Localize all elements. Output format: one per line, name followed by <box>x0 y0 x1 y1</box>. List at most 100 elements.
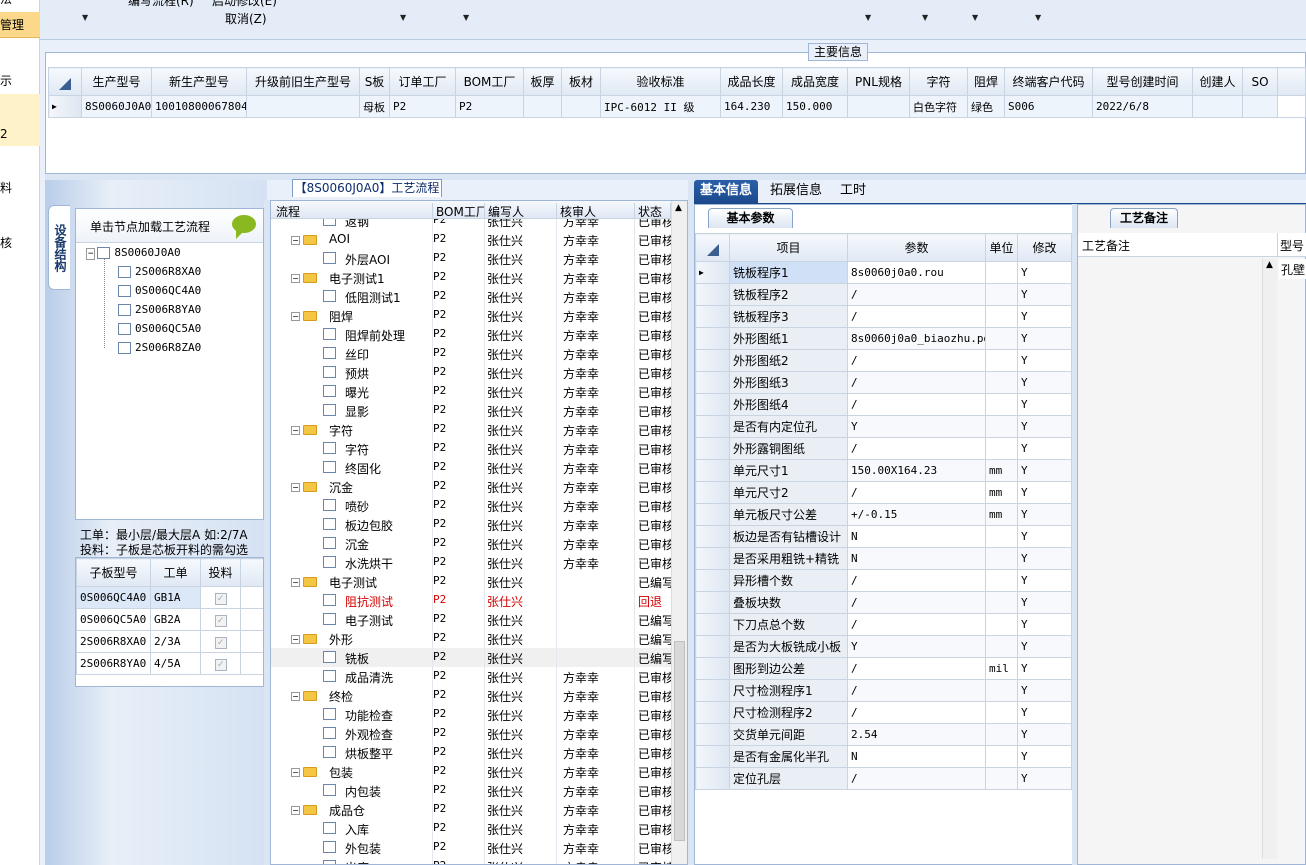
param-cell[interactable]: / <box>847 393 986 416</box>
nav-item-5[interactable]: 核 <box>0 230 40 256</box>
table-cell[interactable]: 母板 <box>359 95 390 118</box>
param-cell[interactable]: 外形露铜图纸 <box>729 437 848 460</box>
tab-device-structure[interactable]: 设备结构 <box>48 205 70 290</box>
col-header[interactable]: 板材 <box>561 67 601 96</box>
col-header[interactable]: 终端客户代码 <box>1004 67 1093 96</box>
param-cell[interactable]: N <box>847 745 986 768</box>
table-cell[interactable]: 0S006QC5A0 <box>76 608 151 631</box>
param-cell[interactable] <box>985 723 1018 746</box>
param-cell[interactable]: 150.00X164.23 <box>847 459 986 482</box>
table-cell[interactable]: 2S006R8YA0 <box>76 652 151 675</box>
param-row[interactable]: 是否为大板铣成小板 Y Y <box>695 635 1072 658</box>
table-cell[interactable]: 绿色 <box>967 95 1005 118</box>
collapse-icon[interactable]: − <box>291 274 300 283</box>
param-cell[interactable]: mm <box>985 503 1018 526</box>
process-row[interactable]: 水洗烘干 P2 张仕兴 方幸幸 已审核 <box>271 553 671 572</box>
process-row[interactable]: 终固化 P2 张仕兴 方幸幸 已审核 <box>271 458 671 477</box>
param-cell[interactable] <box>985 635 1018 658</box>
collapse-icon[interactable]: − <box>291 635 300 644</box>
param-cell[interactable]: 板边是否有钻槽设计 <box>729 525 848 548</box>
process-row[interactable]: − 外形 P2 张仕兴 已编写 <box>271 629 671 648</box>
param-row[interactable]: 单元尺寸1 150.00X164.23 mm Y <box>695 459 1072 482</box>
param-row[interactable]: 尺寸检测程序2/ Y <box>695 701 1072 724</box>
param-cell[interactable]: Y <box>1017 613 1072 636</box>
process-row[interactable]: 曝光 P2 张仕兴 方幸幸 已审核 <box>271 382 671 401</box>
param-cell[interactable] <box>985 349 1018 372</box>
param-cell[interactable]: / <box>847 569 986 592</box>
param-cell[interactable] <box>985 261 1018 284</box>
nav-item-4[interactable]: 料 <box>0 175 40 201</box>
chat-bubble-icon[interactable] <box>232 215 256 239</box>
param-cell[interactable]: Y <box>1017 371 1072 394</box>
tab-extended-info[interactable]: 拓展信息 <box>764 180 828 203</box>
table-cell[interactable] <box>1192 95 1243 118</box>
param-row[interactable]: 交货单元间距 2.54 Y <box>695 723 1072 746</box>
process-row[interactable]: 成品清洗 P2 张仕兴 方幸幸 已审核 <box>271 667 671 686</box>
param-cell[interactable]: / <box>847 305 986 328</box>
table-cell[interactable]: P2 <box>389 95 456 118</box>
param-row[interactable]: 铣板程序3/ Y <box>695 305 1072 328</box>
nav-item-0[interactable]: 法 <box>0 0 40 12</box>
param-cell[interactable]: Y <box>1017 459 1072 482</box>
param-cell[interactable]: 尺寸检测程序2 <box>729 701 848 724</box>
param-row[interactable]: 下刀点总个数 / Y <box>695 613 1072 636</box>
tab-work-hours[interactable]: 工时 <box>834 180 872 203</box>
sub-col-header[interactable]: 工单 <box>150 558 201 587</box>
param-row[interactable]: 叠板块数 / Y <box>695 591 1072 614</box>
process-row[interactable]: 返钢 P2 张仕兴 方幸幸 已审核 <box>271 219 671 230</box>
process-row[interactable]: 电子测试 P2 张仕兴 已编写 <box>271 610 671 629</box>
param-cell[interactable]: Y <box>1017 569 1072 592</box>
param-cell[interactable] <box>985 525 1018 548</box>
nav-item-3[interactable]: 2 <box>0 94 40 146</box>
param-cell[interactable] <box>985 767 1018 790</box>
param-row[interactable]: 外形露铜图纸 / Y <box>695 437 1072 460</box>
process-row[interactable]: 阻焊前处理 P2 张仕兴 方幸幸 已审核 <box>271 325 671 344</box>
process-row[interactable]: − AOI P2 张仕兴 方幸幸 已审核 <box>271 230 671 249</box>
param-cell[interactable] <box>985 283 1018 306</box>
param-cell[interactable]: mm <box>985 459 1018 482</box>
dropdown-arrow-icon[interactable]: ▼ <box>400 13 406 22</box>
param-cell[interactable]: 外形图纸2 <box>729 349 848 372</box>
param-cell[interactable]: Y <box>1017 503 1072 526</box>
table-cell[interactable] <box>246 95 360 118</box>
col-header[interactable]: 成品长度 <box>720 67 783 96</box>
col-header[interactable]: 阻焊 <box>967 67 1005 96</box>
process-row[interactable]: 板边包胶 P2 张仕兴 方幸幸 已审核 <box>271 515 671 534</box>
process-col-header[interactable]: 流程 <box>273 203 433 219</box>
process-row[interactable]: 喷砂 P2 张仕兴 方幸幸 已审核 <box>271 496 671 515</box>
param-cell[interactable]: 单元板尺寸公差 <box>729 503 848 526</box>
param-cell[interactable]: mil <box>985 657 1018 680</box>
param-cell[interactable]: 铣板程序1 <box>729 261 848 284</box>
param-col-header[interactable]: 参数 <box>847 233 986 262</box>
process-row[interactable]: 低阻测试1 P2 张仕兴 方幸幸 已审核 <box>271 287 671 306</box>
table-cell[interactable]: 8S0060J0A0 <box>81 95 152 118</box>
remark-tab[interactable]: 工艺备注 <box>1110 208 1178 228</box>
process-row[interactable]: − 包装 P2 张仕兴 方幸幸 已审核 <box>271 762 671 781</box>
process-row[interactable]: 丝印 P2 张仕兴 方幸幸 已审核 <box>271 344 671 363</box>
param-row[interactable]: 板边是否有钻槽设计 N Y <box>695 525 1072 548</box>
process-row[interactable]: − 字符 P2 张仕兴 方幸幸 已审核 <box>271 420 671 439</box>
param-cell[interactable]: Y <box>1017 723 1072 746</box>
table-cell[interactable]: 0S006QC4A0 <box>76 586 151 609</box>
param-cell[interactable]: 是否有内定位孔 <box>729 415 848 438</box>
process-row[interactable]: 阻抗测试 P2 张仕兴 回退 <box>271 591 671 610</box>
param-row[interactable]: 单元尺寸2/mm Y <box>695 481 1072 504</box>
tree-child-node[interactable]: 2S006R8ZA0 <box>118 341 201 354</box>
param-cell[interactable]: 铣板程序3 <box>729 305 848 328</box>
param-col-header[interactable]: 单位 <box>985 233 1018 262</box>
dropdown-arrow-icon[interactable]: ▼ <box>922 13 928 22</box>
param-row[interactable]: 尺寸检测程序1/ Y <box>695 679 1072 702</box>
param-cell[interactable] <box>985 393 1018 416</box>
tree-child-node[interactable]: 0S006QC5A0 <box>118 322 201 335</box>
checkbox-cell[interactable]: ✓ <box>200 630 241 653</box>
param-cell[interactable]: N <box>847 547 986 570</box>
dropdown-arrow-icon[interactable]: ▼ <box>463 13 469 22</box>
col-header[interactable]: PNL规格 <box>847 67 910 96</box>
param-cell[interactable]: / <box>847 481 986 504</box>
param-cell[interactable]: 单元尺寸1 <box>729 459 848 482</box>
col-header[interactable]: 订单工厂 <box>389 67 456 96</box>
param-row[interactable]: 是否有金属化半孔 N Y <box>695 745 1072 768</box>
param-cell[interactable]: Y <box>1017 283 1072 306</box>
dropdown-arrow-icon[interactable]: ▼ <box>972 13 978 22</box>
table-cell[interactable] <box>523 95 562 118</box>
